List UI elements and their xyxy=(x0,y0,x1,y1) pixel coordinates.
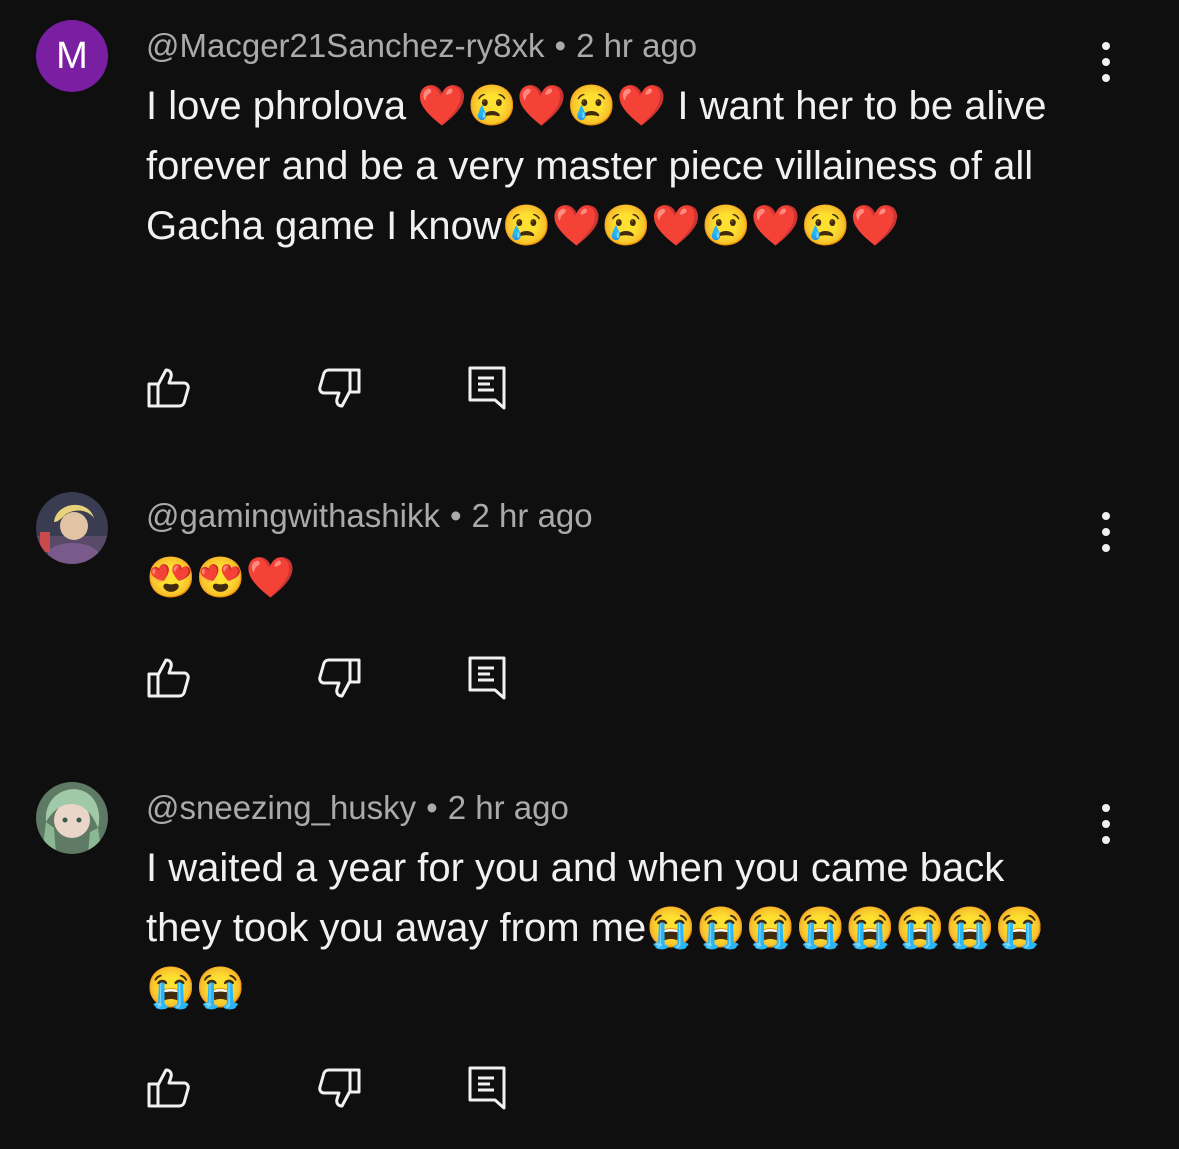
avatar[interactable] xyxy=(36,782,108,854)
comment-text: I waited a year for you and when you cam… xyxy=(146,846,1045,1010)
like-button[interactable] xyxy=(146,364,194,412)
reply-button[interactable] xyxy=(466,1064,514,1112)
comment-text: 😍😍❤️ xyxy=(146,556,296,600)
like-button[interactable] xyxy=(146,1064,194,1112)
thumbs-up-icon xyxy=(147,368,190,408)
reply-comment-icon xyxy=(468,366,506,410)
comment-author-handle[interactable]: @gamingwithashikk xyxy=(146,497,440,534)
meta-separator: • xyxy=(426,789,438,826)
avatar-image xyxy=(36,492,108,564)
comment-text: I love phrolova ❤️😢❤️😢❤️ I want her to b… xyxy=(146,84,1058,248)
meta-separator: • xyxy=(449,497,462,534)
like-button[interactable] xyxy=(146,654,194,702)
reply-button[interactable] xyxy=(466,364,514,412)
thumbs-down-icon xyxy=(318,1068,361,1108)
dislike-button[interactable] xyxy=(314,364,362,412)
more-options-button[interactable] xyxy=(1088,38,1124,86)
reply-button[interactable] xyxy=(466,654,514,702)
thumbs-down-icon xyxy=(318,658,361,698)
avatar[interactable] xyxy=(36,492,108,564)
avatar[interactable]: M xyxy=(36,20,108,92)
comment-meta: @gamingwithashikk • 2 hr ago xyxy=(146,496,593,536)
reply-comment-icon xyxy=(468,656,506,700)
comment-meta: @sneezing_husky • 2 hr ago xyxy=(146,788,569,828)
comment-timestamp[interactable]: 2 hr ago xyxy=(576,27,697,64)
more-options-button[interactable] xyxy=(1088,800,1124,848)
comment-timestamp[interactable]: 2 hr ago xyxy=(448,789,569,826)
thumbs-up-icon xyxy=(147,658,190,698)
comment-author-handle[interactable]: @sneezing_husky xyxy=(146,789,416,826)
thumbs-down-icon xyxy=(318,368,361,408)
comment-timestamp[interactable]: 2 hr ago xyxy=(472,497,593,534)
comment-meta: @Macger21Sanchez-ry8xk • 2 hr ago xyxy=(146,26,697,66)
dislike-button[interactable] xyxy=(314,654,362,702)
more-options-button[interactable] xyxy=(1088,508,1124,556)
avatar-image xyxy=(36,782,108,854)
thumbs-up-icon xyxy=(147,1068,190,1108)
dislike-button[interactable] xyxy=(314,1064,362,1112)
meta-separator: • xyxy=(554,27,567,64)
comment-author-handle[interactable]: @Macger21Sanchez-ry8xk xyxy=(146,27,545,64)
reply-comment-icon xyxy=(468,1066,506,1110)
